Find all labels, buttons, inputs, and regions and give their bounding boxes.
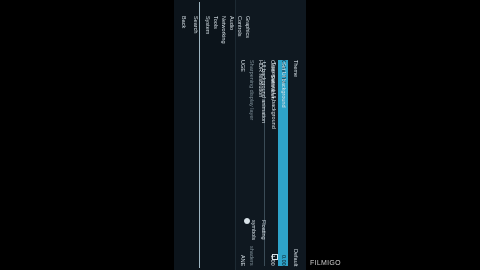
setting-label: UI background animation: [260, 62, 266, 124]
setting-label: Transparent UI background: [270, 62, 276, 129]
setting-row[interactable]: Transparent UI background: [268, 62, 278, 262]
nav-item-label: Search: [192, 16, 198, 34]
screen: Back Search System Tools Networking Audi…: [174, 0, 306, 270]
navigation-sidebar: Back Search System Tools Networking Audi…: [174, 0, 250, 270]
checkbox[interactable]: [272, 254, 278, 260]
setting-label: Set UI background: [280, 62, 286, 108]
setting-value: Default: [292, 248, 298, 266]
setting-label: Sharpening display layer: [248, 60, 254, 121]
nav-divider: [199, 2, 200, 268]
nav-item-label: Back: [180, 16, 186, 29]
radio-dot-icon: [244, 218, 250, 224]
setting-label: UGE: [239, 60, 245, 72]
watermark: FILMIGO: [310, 260, 341, 267]
setting-value: Floating symbols: [250, 220, 268, 260]
setting-label: Theme: [292, 60, 298, 78]
setting-row[interactable]: Theme Default: [290, 60, 300, 266]
setting-row[interactable]: Set UI background: [278, 62, 288, 262]
nav-item-back[interactable]: Back: [178, 16, 188, 216]
setting-value-text: Floating symbols: [250, 220, 266, 241]
